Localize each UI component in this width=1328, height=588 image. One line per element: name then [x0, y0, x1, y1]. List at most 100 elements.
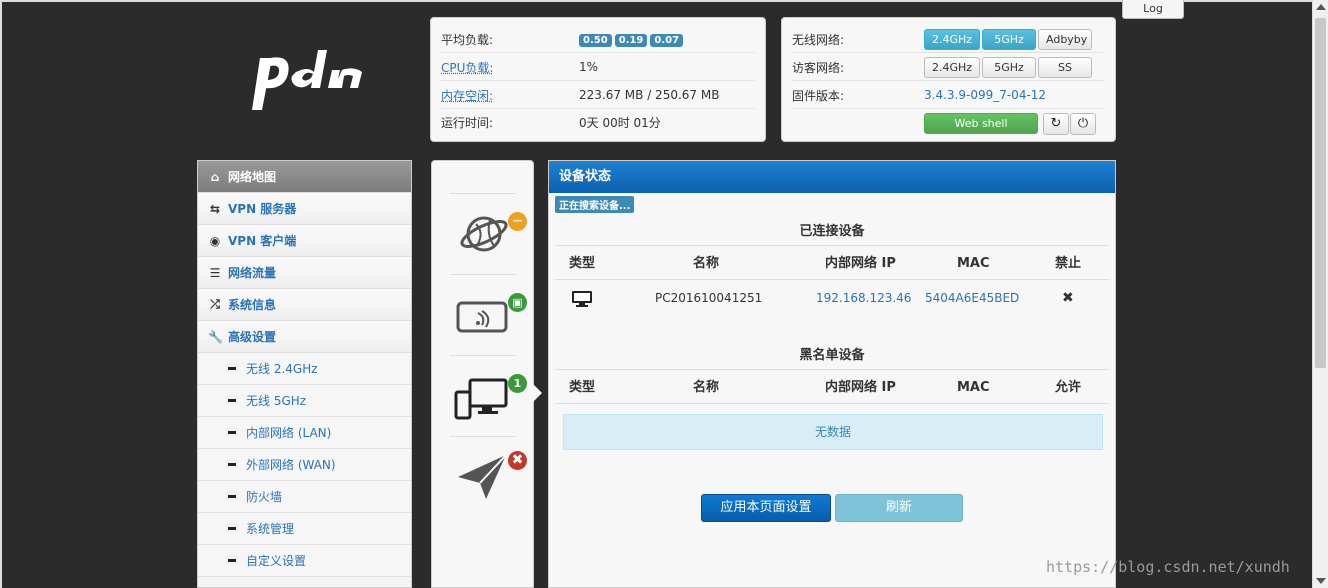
block-icon[interactable]: ✖ — [1062, 281, 1074, 316]
device-ip-link[interactable]: 192.168.123.46 — [816, 281, 911, 316]
sidebar-item-label: 网络地图 — [228, 170, 277, 184]
cpu-value: 1% — [579, 60, 599, 74]
load-label: 平均负载: — [441, 32, 494, 47]
no-data-message: 无数据 — [563, 414, 1103, 450]
guest-24-button[interactable]: 2.4GHz — [924, 56, 980, 78]
dash-icon — [228, 559, 236, 562]
vertical-scrollbar[interactable] — [1312, 0, 1328, 588]
col-ip: 内部网络 IP — [825, 256, 896, 271]
refresh-button[interactable]: 刷新 — [835, 494, 963, 522]
system-stats-panel: 平均负载: 0.50 0.19 0.07 CPU负载: 1% 内存空闲: 223.6… — [430, 17, 766, 142]
scroll-thumb[interactable] — [1315, 18, 1326, 368]
power-icon[interactable]: ⏻ — [1070, 112, 1096, 135]
col-allow: 允许 — [1055, 380, 1082, 395]
sidebar-sub-label: 外部网络 (WAN) — [246, 458, 336, 472]
wireless-label: 无线网络: — [792, 32, 845, 47]
sidebar-item-vpn-client[interactable]: ◉ VPN 客户端 — [198, 225, 411, 257]
col-name: 名称 — [693, 256, 720, 271]
wireless-clients-cell[interactable]: ▣ — [450, 274, 527, 354]
globe-icon: ◉ — [209, 233, 221, 248]
devices-icon — [454, 378, 508, 420]
logo — [252, 50, 362, 110]
col-mac: MAC — [957, 380, 990, 395]
uptime-row: 运行时间: 0天 00时 01分 — [441, 109, 755, 136]
firmware-link[interactable]: 3.4.3.9-099_7-04-12 — [924, 88, 1046, 102]
dash-icon — [228, 399, 236, 402]
sidebar-item-network-map[interactable]: ⌂ 网络地图 — [198, 161, 411, 193]
sidebar-item-traffic[interactable]: ☰ 网络流量 — [198, 257, 411, 289]
col-block: 禁止 — [1055, 256, 1082, 271]
random-icon: ⤮ — [210, 297, 220, 311]
error-badge-icon: ✖ — [508, 451, 527, 470]
adbyby-button[interactable]: Adbyby — [1038, 28, 1092, 50]
paper-plane-icon — [458, 454, 507, 499]
connected-devices-cell[interactable]: 1 — [450, 355, 527, 435]
dash-icon — [228, 527, 236, 530]
cpu-link[interactable]: CPU负载: — [441, 59, 579, 76]
sidebar-sub-wan[interactable]: 外部网络 (WAN) — [198, 449, 411, 481]
load-badge-1: 0.50 — [579, 33, 612, 47]
usb-status-cell[interactable]: ✖ — [450, 436, 527, 516]
sidebar-sub-label: 无线 2.4GHz — [246, 362, 318, 376]
watermark: https://blog.csdn.net/xundh — [1046, 558, 1290, 576]
selection-pointer — [533, 384, 542, 402]
col-type: 类型 — [569, 256, 596, 271]
ss-button[interactable]: SS — [1038, 56, 1092, 78]
reboot-icon[interactable]: ↻ — [1043, 112, 1069, 135]
sidebar-sub-label: 无线 5GHz — [246, 394, 307, 408]
sidebar-item-label: 网络流量 — [228, 266, 277, 280]
col-type: 类型 — [569, 380, 596, 395]
wireless-24-button[interactable]: 2.4GHz — [924, 28, 980, 50]
log-button[interactable]: Log — [1122, 0, 1184, 19]
actions-row: Web shell ↻ ⏻ — [792, 110, 1105, 137]
sidebar-sub-label: 系统管理 — [246, 522, 295, 536]
sidebar-sub-lan[interactable]: 内部网络 (LAN) — [198, 417, 411, 449]
webshell-button[interactable]: Web shell — [924, 113, 1038, 134]
sidebar-sub-label: 自定义设置 — [246, 554, 307, 568]
connected-table-header: 类型 名称 内部网络 IP MAC 禁止 — [555, 245, 1109, 280]
wireless-row: 无线网络: 2.4GHz 5GHz Adbyby — [792, 26, 1105, 53]
internet-status-cell[interactable]: − — [450, 193, 527, 273]
sidebar-sub-wireless-5[interactable]: 无线 5GHz — [198, 385, 411, 417]
wrench-icon: 🔧 — [208, 329, 223, 344]
sidebar-item-label: VPN 客户端 — [228, 234, 297, 248]
load-badge-15: 0.07 — [650, 33, 684, 47]
tablet-wifi-icon — [456, 301, 508, 333]
sidebar-item-label: 系统信息 — [228, 298, 277, 312]
sidebar-item-system-info[interactable]: ⤮ 系统信息 — [198, 289, 411, 321]
guest-5-button[interactable]: 5GHz — [982, 56, 1036, 78]
col-ip: 内部网络 IP — [825, 380, 896, 395]
sidebar-sub-custom[interactable]: 自定义设置 — [198, 545, 411, 577]
uptime-label: 运行时间: — [441, 116, 494, 130]
sidebar-sub-admin[interactable]: 系统管理 — [198, 513, 411, 545]
lock-badge-icon: ▣ — [508, 293, 527, 312]
panel-title: 设备状态 — [549, 161, 1115, 193]
dash-icon — [228, 431, 236, 434]
memory-link[interactable]: 内存空闲: — [441, 87, 579, 104]
dash-icon — [228, 367, 236, 370]
internet-globe-icon — [460, 216, 508, 252]
sidebar-sub-firewall[interactable]: 防火墙 — [198, 481, 411, 513]
dash-icon — [228, 463, 236, 466]
computer-icon — [571, 290, 593, 311]
memory-row: 内存空闲: 223.67 MB / 250.67 MB — [441, 82, 755, 109]
blacklist-title: 黑名单设备 — [799, 348, 865, 363]
wireless-5-button[interactable]: 5GHz — [982, 28, 1036, 50]
guest-label: 访客网络: — [792, 60, 845, 75]
sidebar-item-label: 高级设置 — [228, 330, 277, 344]
device-mac-link[interactable]: 5404A6E45BED — [925, 281, 1019, 316]
sidebar-item-vpn-server[interactable]: ⇆ VPN 服务器 — [198, 193, 411, 225]
sidebar-item-advanced[interactable]: 🔧 高级设置 — [198, 321, 411, 353]
sidebar-sub-label: 防火墙 — [246, 490, 283, 504]
device-count-badge: 1 — [508, 374, 527, 393]
sidebar-sub-wireless-24[interactable]: 无线 2.4GHz — [198, 353, 411, 385]
sidebar-sub-label: 内部网络 (LAN) — [246, 426, 332, 440]
load-row: 平均负载: 0.50 0.19 0.07 — [441, 26, 755, 53]
list-icon: ☰ — [209, 265, 221, 280]
apply-settings-button[interactable]: 应用本页面设置 — [701, 494, 831, 522]
table-row: PC201610041251 192.168.123.46 5404A6E45B… — [555, 281, 1109, 317]
memory-value: 223.67 MB / 250.67 MB — [579, 88, 720, 102]
device-icon-column: − ▣ 1 ✖ — [431, 160, 534, 588]
scroll-up-icon[interactable] — [1316, 4, 1326, 10]
scroll-down-icon[interactable] — [1316, 578, 1326, 584]
